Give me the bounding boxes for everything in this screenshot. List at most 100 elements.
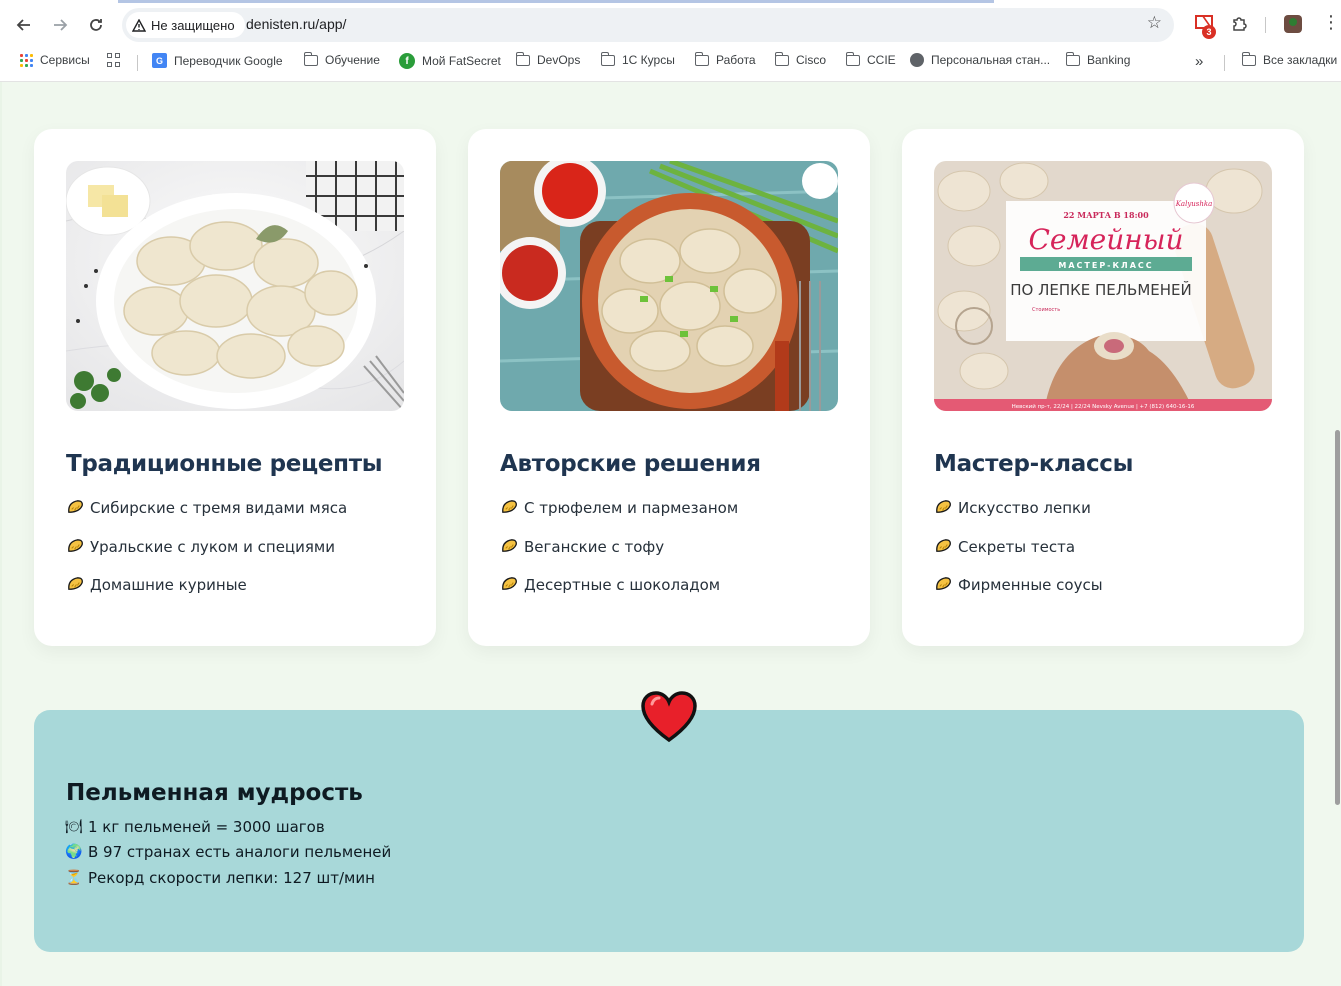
bookmark-folder-cisco[interactable]: Cisco [774,51,827,67]
list-item: Веганские с тофу [500,538,738,577]
bookmark-label: 1С Курсы [622,53,675,67]
page-edge [0,82,2,986]
arrow-right-icon [54,19,68,31]
hourglass-icon: ⏳ [65,869,83,886]
item-text: Уральские с луком и специями [90,537,335,556]
globe-icon: 🌍 [65,844,83,861]
google-translate-icon: G [152,53,167,68]
gmail-badge: 3 [1202,25,1216,39]
bookmark-folder-1c[interactable]: 1С Курсы [600,51,675,67]
poster-footer: Невский пр-т, 22/24 | 22/24 Nevsky Avenu… [1012,403,1195,410]
bookmark-label: CCIE [867,53,896,67]
warning-icon [132,18,146,32]
dumpling-icon [502,577,517,590]
wisdom-facts-list: 🍽 1 кг пельменей = 3000 шагов 🌍 В 97 стр… [65,814,392,891]
dumpling-icon [502,500,517,513]
dumplings-plate-photo [66,161,404,411]
list-item: ⏳ Рекорд скорости лепки: 127 шт/мин [65,865,391,891]
item-text: Фирменные соусы [958,576,1103,594]
list-item: Секреты теста [934,538,1103,577]
item-text: Домашние куриные [90,576,247,594]
folder-icon [845,51,860,66]
more-bookmarks-button[interactable]: » [1195,53,1203,70]
bookmark-personal-station[interactable]: Персональная стан... [910,53,1050,67]
list-item: С трюфелем и пармезаном [500,499,738,538]
toolbar-divider [1265,17,1266,33]
list-item: Фирменные соусы [934,576,1103,615]
bookmark-fatsecret[interactable]: f Мой FatSecret [399,53,501,69]
all-bookmarks-folder[interactable]: Все закладки [1241,51,1337,67]
card-traditional-recipes: Традиционные рецепты Сибирские с тремя в… [34,129,436,646]
dumpling-icon [68,500,83,513]
bookmark-label: Мой FatSecret [422,54,501,68]
tab-groups-icon [107,53,121,67]
fact-text: Рекорд скорости лепки: 127 шт/мин [88,868,375,887]
bookmark-folder-devops[interactable]: DevOps [515,51,581,67]
fatsecret-icon: f [399,53,415,69]
plate-icon: 🍽 [65,818,83,835]
security-label: Не защищено [151,17,235,33]
kebab-menu-icon[interactable]: ⋮ [1322,12,1340,33]
poster-logo: Kalyushka [1175,200,1213,208]
bookmark-label: Персональная стан... [931,53,1051,67]
profile-avatar[interactable] [1284,15,1302,33]
dumplings-bowl-photo [500,161,838,411]
card-items-list: Искусство лепки Секреты теста Фирменные … [934,499,1103,615]
globe-icon [910,53,924,67]
fact-text: 1 кг пельменей = 3000 шагов [88,817,325,836]
poster-subtitle: ПО ЛЕПКЕ ПЕЛЬМЕНЕЙ [1010,280,1192,299]
bookmark-translate[interactable]: G Переводчик Google [152,53,283,68]
item-text: Сибирские с тремя видами мяса [90,499,348,517]
list-item: Сибирские с тремя видами мяса [66,499,347,538]
item-text: С трюфелем и пармезаном [524,499,739,517]
bookmark-apps[interactable]: Сервисы [20,53,90,67]
folder-icon [694,51,709,66]
forward-button[interactable] [47,12,73,38]
bookmark-folder-banking[interactable]: Banking [1065,51,1131,67]
item-text: Секреты теста [958,537,1076,556]
reload-button[interactable] [83,12,109,38]
address-bar[interactable]: Не защищено denisten.ru/app/ ☆ [122,8,1174,42]
bookmark-folder-ccie[interactable]: CCIE [845,51,896,67]
bookmarks-divider [1224,55,1225,71]
page-scrollbar[interactable] [1335,430,1340,805]
bookmark-folder-education[interactable]: Обучение [303,51,380,67]
bookmark-label: Обучение [325,53,380,67]
list-item: Уральские с луком и специями [66,538,347,577]
url-text[interactable]: denisten.ru/app/ [246,16,346,32]
bookmark-label: Сервисы [40,53,90,67]
poster-headline: Семейный [1028,223,1183,256]
bookmark-tab-groups[interactable] [107,53,121,67]
item-text: Десертные с шоколадом [524,576,721,594]
bookmark-label: Banking [1087,53,1131,67]
fact-text: В 97 странах есть аналоги пельменей [88,843,392,862]
item-text: Веганские с тофу [524,537,665,556]
folder-icon [1241,51,1256,66]
apps-grid-icon [20,53,33,67]
list-item: Домашние куриные [66,576,347,615]
folder-icon [600,51,615,66]
security-chip[interactable]: Не защищено [126,12,245,38]
folder-icon [774,51,789,66]
extensions-puzzle-icon[interactable] [1228,13,1250,35]
dumpling-icon [936,538,951,552]
bookmark-folder-work[interactable]: Работа [694,51,756,67]
bookmark-label: Переводчик Google [174,53,283,68]
wisdom-section: Пельменная мудрость 🍽 1 кг пельменей = 3… [34,710,1304,952]
bookmarks-divider [137,55,138,71]
back-button[interactable] [11,12,37,38]
bookmark-label: Работа [716,53,756,67]
card-title: Мастер-классы [934,451,1134,477]
dumpling-icon [936,500,951,513]
bookmark-star-icon[interactable]: ☆ [1147,13,1162,33]
list-item: Искусство лепки [934,499,1103,538]
browser-toolbar: Не защищено denisten.ru/app/ ☆ 3 ⋮ Серви… [0,0,1341,82]
card-author-solutions: Авторские решения С трюфелем и пармезано… [468,129,870,646]
card-title: Авторские решения [500,451,761,477]
bookmark-label: Cisco [796,53,827,67]
reload-icon [90,19,102,31]
bookmark-label: DevOps [537,53,581,67]
tab-strip-edge [118,0,994,3]
masterclass-poster: 22 МАРТА В 18:00 Семейный МАСТЕР-КЛАСС П… [934,161,1272,411]
bookmarks-bar: Сервисы G Переводчик Google Обучение f М… [0,50,1341,74]
